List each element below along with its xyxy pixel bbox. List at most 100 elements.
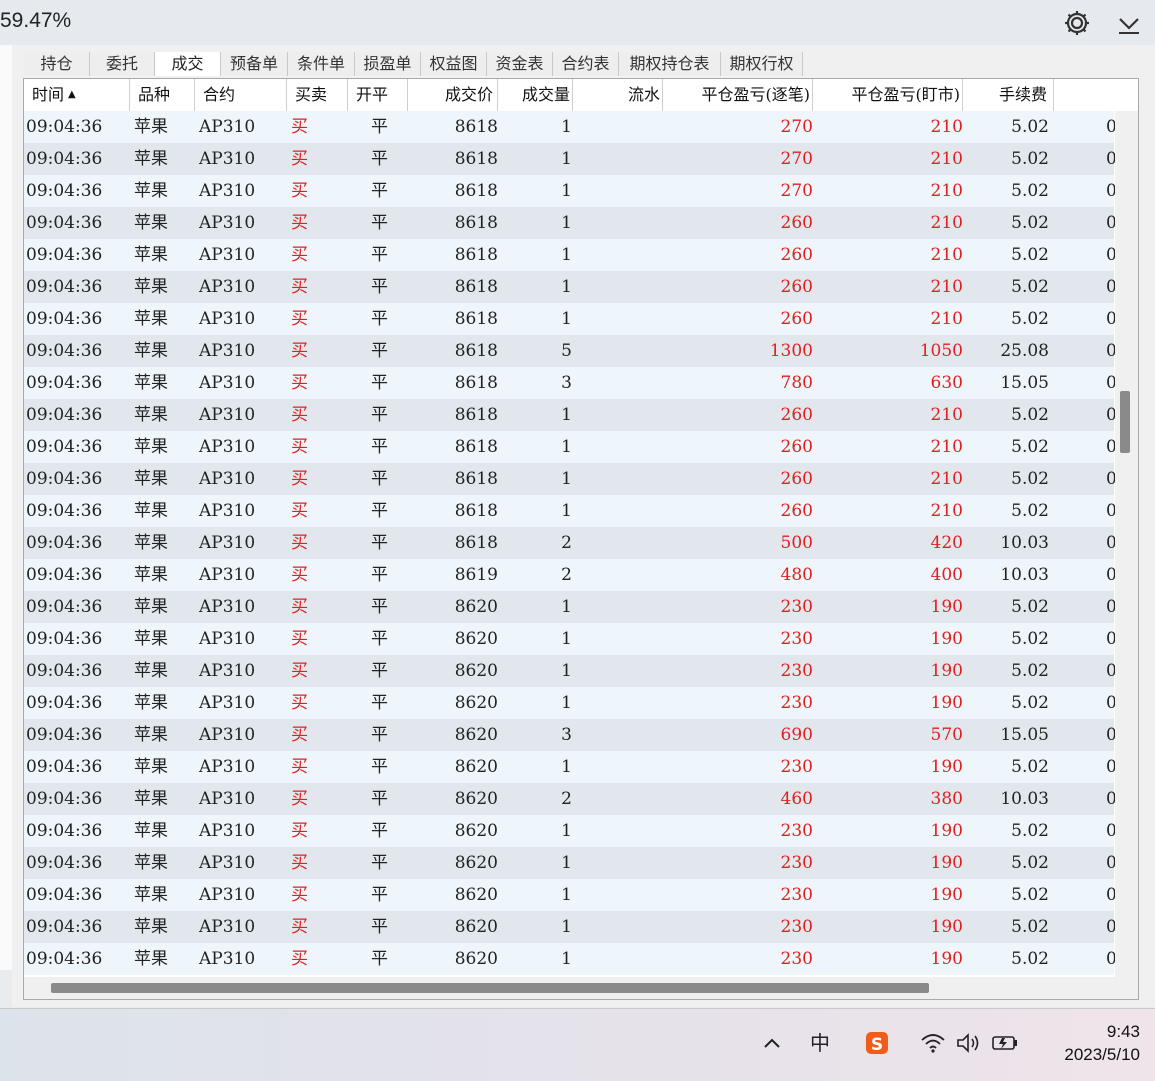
column-header-6[interactable]: 成交量: [498, 79, 573, 111]
cell-pnl-trade: 260: [780, 405, 813, 425]
chevron-up-icon[interactable]: [758, 1025, 786, 1061]
table-row[interactable]: 09:04:36 苹果 AP310 买平 8620 3 690 570 15.05 0: [24, 719, 1117, 751]
cell-symbol: 苹果: [134, 277, 168, 297]
cell-pnl-mtm: 190: [930, 757, 963, 777]
column-header-1[interactable]: 品种: [130, 79, 195, 111]
column-header-4[interactable]: 开平: [348, 79, 408, 111]
tab-1[interactable]: 委托: [90, 52, 155, 76]
cell-seq: [573, 431, 663, 463]
cell-symbol: 苹果: [134, 309, 168, 329]
table-row[interactable]: 09:04:36 苹果 AP310 买平 8618 1 260 210 5.02 0: [24, 495, 1117, 527]
table-row[interactable]: 09:04:36 苹果 AP310 买平 8620 1 230 190 5.02 0: [24, 687, 1117, 719]
ime-zh-icon[interactable]: 中: [806, 1025, 834, 1061]
table-row[interactable]: 09:04:36 苹果 AP310 买平 8618 1 260 210 5.02 0: [24, 207, 1117, 239]
cell-side: 买: [291, 181, 308, 201]
horizontal-scroll-thumb[interactable]: [51, 983, 929, 993]
cell-contract: AP310: [199, 341, 256, 361]
table-row[interactable]: 09:04:36 苹果 AP310 买平 8618 1 270 210 5.02 0: [24, 111, 1117, 143]
tab-10[interactable]: 期权行权: [721, 52, 803, 76]
tab-4[interactable]: 条件单: [288, 52, 355, 76]
tab-5[interactable]: 损盈单: [355, 52, 421, 76]
table-row[interactable]: 09:04:36 苹果 AP310 买平 8620 1 230 190 5.02 0: [24, 591, 1117, 623]
cell-time: 09:04:36: [26, 341, 103, 361]
zoom-level: 59.47%: [0, 9, 72, 32]
column-header-5[interactable]: 成交价: [408, 79, 498, 111]
cell-symbol: 苹果: [134, 917, 168, 937]
tab-9[interactable]: 期权持仓表: [619, 52, 721, 76]
column-header-7[interactable]: 流水: [573, 79, 663, 111]
table-row[interactable]: 09:04:36 苹果 AP310 买平 8618 1 260 210 5.02 0: [24, 239, 1117, 271]
column-header-0[interactable]: 时间 ▲: [24, 79, 130, 111]
column-header-label: 流水: [627, 85, 660, 104]
wifi-icon[interactable]: [918, 1025, 948, 1061]
table-row[interactable]: 09:04:36 苹果 AP310 买平 8618 2 500 420 10.03 0: [24, 527, 1117, 559]
table-row[interactable]: 09:04:36 苹果 AP310 买平 8620 1 230 190 5.02 0: [24, 879, 1117, 911]
cell-side: 买: [291, 885, 308, 905]
volume-icon[interactable]: [954, 1025, 982, 1061]
tab-6[interactable]: 权益图: [421, 52, 487, 76]
cell-offset: 平: [371, 533, 388, 553]
cell-volume: 1: [561, 117, 572, 137]
table-row[interactable]: 09:04:36 苹果 AP310 买平 8618 1 270 210 5.02 0: [24, 175, 1117, 207]
cell-pnl-trade: 690: [780, 725, 813, 745]
vertical-scrollbar[interactable]: [1115, 111, 1138, 977]
clock[interactable]: 9:43 2023/5/10: [1030, 1021, 1140, 1067]
column-header-10[interactable]: 手续费: [963, 79, 1054, 111]
table-row[interactable]: 09:04:36 苹果 AP310 买平 8620 1 230 190 5.02 0: [24, 655, 1117, 687]
table-row[interactable]: 09:04:36 苹果 AP310 买平 8620 1 230 190 5.02 0: [24, 623, 1117, 655]
table-row[interactable]: 09:04:36 苹果 AP310 买平 8620 1 230 190 5.02 0: [24, 751, 1117, 783]
cell-volume: 2: [561, 565, 572, 585]
column-header-8[interactable]: 平仓盈亏(逐笔): [663, 79, 813, 111]
table-row[interactable]: 09:04:36 苹果 AP310 买平 8618 1 260 210 5.02 0: [24, 431, 1117, 463]
table-row[interactable]: 09:04:36 苹果 AP310 买平 8618 1 260 210 5.02 0: [24, 399, 1117, 431]
sogou-icon[interactable]: S: [862, 1025, 892, 1061]
table-row[interactable]: 09:04:36 苹果 AP310 买平 8620 1 230 190 5.02 0: [24, 911, 1117, 943]
table-row[interactable]: 09:04:36 苹果 AP310 买平 8619 2 480 400 10.03 0: [24, 559, 1117, 591]
cell-symbol: 苹果: [134, 501, 168, 521]
battery-icon[interactable]: [990, 1025, 1020, 1061]
tab-8[interactable]: 合约表: [553, 52, 619, 76]
tab-0[interactable]: 持仓: [24, 52, 90, 76]
cell-side: 买: [291, 309, 308, 329]
cell-offset: 平: [371, 693, 388, 713]
column-header-3[interactable]: 买卖: [287, 79, 348, 111]
cell-pnl-mtm: 1050: [919, 341, 963, 361]
table-row[interactable]: 09:04:36 苹果 AP310 买平 8618 1 260 210 5.02 0: [24, 463, 1117, 495]
cell-pnl-trade: 260: [780, 469, 813, 489]
cell-symbol: 苹果: [134, 949, 168, 969]
table-row[interactable]: 09:04:36 苹果 AP310 买平 8618 5 1300 1050 25.08 0: [24, 335, 1117, 367]
cell-symbol: 苹果: [134, 565, 168, 585]
column-header-9[interactable]: 平仓盈亏(盯市): [813, 79, 963, 111]
cell-price: 8620: [454, 949, 498, 969]
cell-seq: [573, 559, 663, 591]
tab-2[interactable]: 成交: [155, 52, 221, 76]
gear-icon[interactable]: [1062, 8, 1092, 38]
cell-pnl-mtm: 210: [930, 437, 963, 457]
cell-fee: 5.02: [1011, 853, 1049, 873]
column-header-2[interactable]: 合约: [195, 79, 287, 111]
cell-volume: 1: [561, 693, 572, 713]
chevron-down-icon[interactable]: [1114, 10, 1144, 38]
table-row[interactable]: 09:04:36 苹果 AP310 买平 8620 1 230 190 5.02 0: [24, 815, 1117, 847]
horizontal-scrollbar[interactable]: [24, 977, 1138, 999]
cell-volume: 1: [561, 309, 572, 329]
cell-offset: 平: [371, 469, 388, 489]
table-row[interactable]: 09:04:36 苹果 AP310 买平 8620 2 460 380 10.03 0: [24, 783, 1117, 815]
cell-seq: [573, 527, 663, 559]
cell-time: 09:04:36: [26, 117, 103, 137]
trades-table: 时间 ▲ 品种 合约 买卖 开平 成交价 成交量 流水 平仓盈亏(逐笔) 平仓盈亏(盯市) 手续费 0…: [23, 78, 1139, 1000]
column-header-label: 平仓盈亏(逐笔): [701, 85, 811, 104]
cell-pnl-trade: 260: [780, 309, 813, 329]
cell-volume: 1: [561, 437, 572, 457]
tab-7[interactable]: 资金表: [487, 52, 553, 76]
table-row[interactable]: 09:04:36 苹果 AP310 买平 8618 1 270 210 5.02 0: [24, 143, 1117, 175]
vertical-scroll-thumb[interactable]: [1120, 391, 1130, 453]
tab-3[interactable]: 预备单: [221, 52, 288, 76]
table-row[interactable]: 09:04:36 苹果 AP310 买平 8620 1 230 190 5.02 0: [24, 943, 1117, 975]
cell-offset: 平: [371, 181, 388, 201]
table-row[interactable]: 09:04:36 苹果 AP310 买平 8618 1 260 210 5.02 0: [24, 303, 1117, 335]
table-row[interactable]: 09:04:36 苹果 AP310 买平 8618 1 260 210 5.02 0: [24, 271, 1117, 303]
cell-side: 买: [291, 757, 308, 777]
table-row[interactable]: 09:04:36 苹果 AP310 买平 8620 1 230 190 5.02 0: [24, 847, 1117, 879]
table-row[interactable]: 09:04:36 苹果 AP310 买平 8618 3 780 630 15.05 0: [24, 367, 1117, 399]
